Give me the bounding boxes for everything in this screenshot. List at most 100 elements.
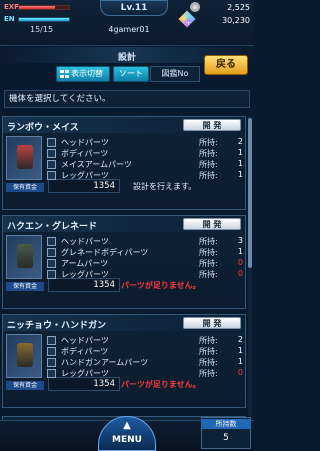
part-row: メイスアームパーツ 所持: 1 xyxy=(47,159,243,170)
part-name: ヘッドパーツ xyxy=(61,138,109,147)
head-part-icon xyxy=(47,138,56,147)
energy-fill xyxy=(19,18,69,21)
part-name: レッグパーツ xyxy=(61,369,109,378)
status-text: パーツが足りません。 xyxy=(121,380,201,389)
exp-bar xyxy=(18,5,70,10)
unit-thumbnail[interactable] xyxy=(6,334,42,378)
owned-value: 0 xyxy=(237,258,243,267)
chevron-up-icon: ▲ xyxy=(123,420,131,431)
robot-icon xyxy=(17,343,33,367)
owned-label: 所持: xyxy=(199,347,218,356)
part-name: レッグパーツ xyxy=(61,270,109,279)
gem-value: 30,230 xyxy=(222,16,250,25)
part-name: アームパーツ xyxy=(61,259,109,268)
owned-count-label: 所持数 xyxy=(201,419,251,429)
leg-part-icon xyxy=(47,369,56,378)
owned-label: 所持: xyxy=(199,336,218,345)
back-button[interactable]: 戻る xyxy=(204,55,248,75)
owned-value: 2 xyxy=(237,335,243,344)
part-name: メイスアームパーツ xyxy=(61,160,132,169)
owned-label: 所持: xyxy=(199,160,218,169)
list-item[interactable]: ハクエン・グレネード 開 発 保有資金 1354 パーツが足りません。 ヘッドパーツ … xyxy=(2,215,246,309)
part-row: レッグパーツ 所持: 0 xyxy=(47,368,243,379)
owned-label: 所持: xyxy=(199,237,218,246)
grid-icon xyxy=(60,70,69,78)
owned-value: 1 xyxy=(237,346,243,355)
part-name: ヘッドパーツ xyxy=(61,336,109,345)
player-name[interactable]: 4gamer01 xyxy=(86,25,172,34)
owned-value: 1 xyxy=(237,170,243,179)
part-row: ヘッドパーツ 所持: 2 xyxy=(47,335,243,346)
level-badge: Lv.11 xyxy=(100,0,168,16)
energy-label: EN xyxy=(4,15,15,23)
exp-fill xyxy=(19,6,55,9)
owned-label: 所持: xyxy=(199,138,218,147)
sort-button[interactable]: ソート xyxy=(113,66,149,82)
part-row: レッグパーツ 所持: 0 xyxy=(47,269,243,280)
unit-thumbnail[interactable] xyxy=(6,136,42,180)
owned-label: 所持: xyxy=(199,248,218,257)
owned-value: 2 xyxy=(237,137,243,146)
part-row: レッグパーツ 所持: 1 xyxy=(47,170,243,181)
menu-label[interactable]: MENU xyxy=(98,435,156,445)
develop-button[interactable]: 開 発 xyxy=(183,317,241,329)
owned-value: 0 xyxy=(237,269,243,278)
head-part-icon xyxy=(47,237,56,246)
coin-icon xyxy=(190,2,200,12)
arm-part-icon xyxy=(47,160,56,169)
scroll-thumb[interactable] xyxy=(248,118,252,268)
body-part-icon xyxy=(47,149,56,158)
body-part-icon xyxy=(47,347,56,356)
unit-name: ニッチョウ・ハンドガン xyxy=(7,321,107,331)
robot-icon xyxy=(17,244,33,268)
leg-part-icon xyxy=(47,270,56,279)
energy-bar xyxy=(18,17,70,22)
owned-value: 0 xyxy=(237,368,243,377)
sort-value[interactable]: 図鑑No xyxy=(150,66,200,82)
owned-label: 所持: xyxy=(199,149,218,158)
stock-label: 保有資金 xyxy=(6,381,44,390)
owned-value: 1 xyxy=(237,357,243,366)
owned-count-value: 5 xyxy=(223,433,229,443)
part-row: ヘッドパーツ 所持: 3 xyxy=(47,236,243,247)
owned-value: 3 xyxy=(237,236,243,245)
part-row: ボディパーツ 所持: 1 xyxy=(47,148,243,159)
status-text: パーツが足りません。 xyxy=(121,281,201,290)
cost-value: 1354 xyxy=(48,179,120,193)
cost-value: 1354 xyxy=(48,377,120,391)
owned-value: 1 xyxy=(237,247,243,256)
robot-icon xyxy=(17,145,33,169)
list-item[interactable]: ランボウ・メイス 開 発 保有資金 1354 設計を行えます。 ヘッドパーツ 所持: … xyxy=(2,116,246,210)
status-text: 設計を行えます。 xyxy=(133,182,197,191)
body-part-icon xyxy=(47,248,56,257)
owned-value: 1 xyxy=(237,148,243,157)
cost-value: 1354 xyxy=(48,278,120,292)
part-row: グレネードボディパーツ 所持: 1 xyxy=(47,247,243,258)
leg-part-icon xyxy=(47,171,56,180)
part-row: ヘッドパーツ 所持: 2 xyxy=(47,137,243,148)
owned-label: 所持: xyxy=(199,358,218,367)
part-name: グレネードボディパーツ xyxy=(61,248,149,257)
owned-label: 所持: xyxy=(199,270,218,279)
part-row: ハンドガンアームパーツ 所持: 1 xyxy=(47,357,243,368)
coin-value: 2,525 xyxy=(227,3,250,12)
unit-name: ランボウ・メイス xyxy=(7,123,79,133)
arm-part-icon xyxy=(47,259,56,268)
part-name: ボディパーツ xyxy=(61,347,109,356)
develop-button[interactable]: 開 発 xyxy=(183,218,241,230)
part-name: ハンドガンアームパーツ xyxy=(61,358,149,367)
owned-label: 所持: xyxy=(199,369,218,378)
stock-label: 保有資金 xyxy=(6,282,44,291)
stock-label: 保有資金 xyxy=(6,183,44,192)
plus-icon[interactable]: + xyxy=(186,20,191,27)
instruction-text: 機体を選択してください。 xyxy=(4,90,250,108)
list-item[interactable]: ニッチョウ・ハンドガン 開 発 保有資金 1354 パーツが足りません。 ヘッドパーツ… xyxy=(2,314,246,408)
arm-part-icon xyxy=(47,358,56,367)
part-row: ボディパーツ 所持: 1 xyxy=(47,346,243,357)
unit-thumbnail[interactable] xyxy=(6,235,42,279)
part-row: アームパーツ 所持: 0 xyxy=(47,258,243,269)
energy-count: 15/15 xyxy=(30,25,54,34)
develop-button[interactable]: 開 発 xyxy=(183,119,241,131)
owned-value: 1 xyxy=(237,159,243,168)
part-name: ヘッドパーツ xyxy=(61,237,109,246)
